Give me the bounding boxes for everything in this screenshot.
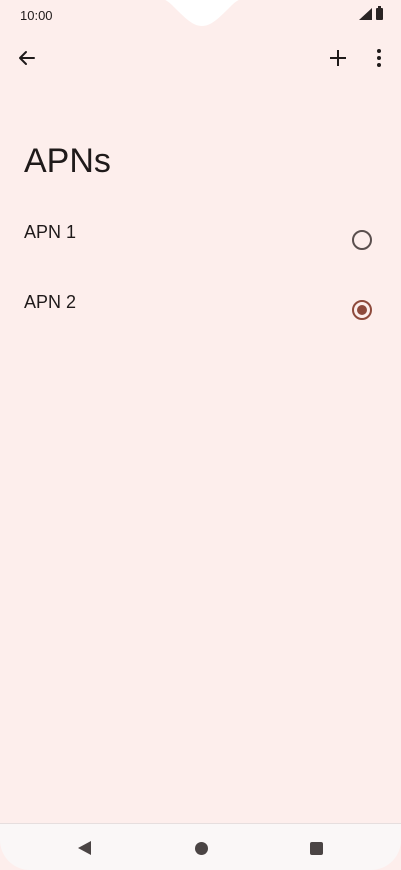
arrow-left-icon — [19, 51, 35, 65]
page-title: APNs — [24, 142, 111, 180]
signal-icon — [359, 8, 372, 20]
nav-recents-button[interactable] — [304, 836, 328, 860]
nav-back-icon — [77, 841, 91, 855]
apn-label: APN 1 — [24, 222, 77, 242]
nav-home-icon — [194, 841, 208, 855]
back-button[interactable] — [9, 40, 45, 76]
apn-radio-selected[interactable] — [352, 300, 372, 320]
navigation-bar — [0, 823, 401, 870]
battery-icon — [376, 6, 383, 20]
apn-item-1[interactable]: APN 1 — [0, 206, 401, 274]
status-icons — [359, 6, 383, 20]
apn-item-2[interactable]: APN 2 — [0, 276, 401, 344]
plus-icon — [330, 50, 346, 66]
apn-label: APN 2 — [24, 292, 77, 312]
more-vertical-icon — [377, 49, 381, 67]
camera-notch — [165, 0, 239, 26]
nav-recents-icon — [309, 841, 323, 855]
nav-home-button[interactable] — [189, 836, 213, 860]
screen: 10:00 APNs APN 1 APN 2 — [0, 0, 401, 870]
status-time: 10:00 — [20, 8, 53, 23]
nav-back-button[interactable] — [72, 836, 96, 860]
add-apn-button[interactable] — [320, 40, 356, 76]
more-options-button[interactable] — [361, 40, 397, 76]
apn-radio-unselected[interactable] — [352, 230, 372, 250]
